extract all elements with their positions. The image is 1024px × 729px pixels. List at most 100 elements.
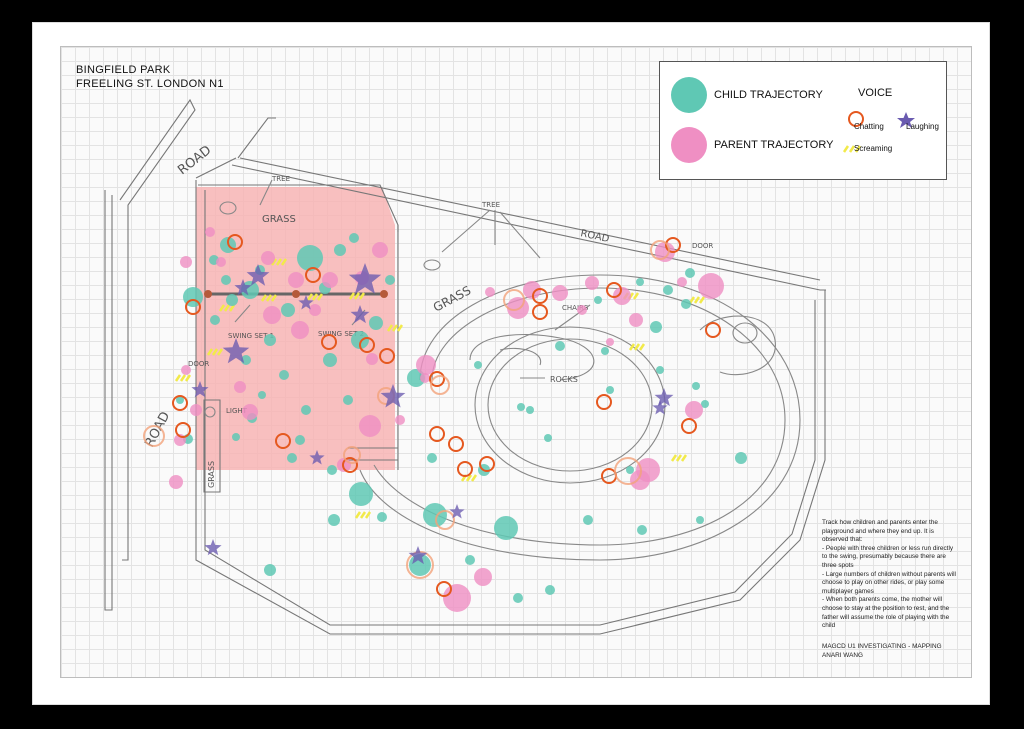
parent-trajectory-dot-23 xyxy=(234,381,246,393)
child-trajectory-dot-29 xyxy=(258,391,266,399)
child-trajectory-dot-44 xyxy=(650,321,662,333)
screaming-mark-7-stroke-3 xyxy=(184,374,192,382)
child-trajectory-dot-31 xyxy=(281,303,295,317)
child-trajectory-dot-58 xyxy=(232,433,240,441)
parent-trajectory-dot-38 xyxy=(309,304,321,316)
child-trajectory-dot-20 xyxy=(663,285,673,295)
child-trajectory-dot-3 xyxy=(297,245,323,271)
child-trajectory-dot-7 xyxy=(323,353,337,367)
child-trajectory-dot-54 xyxy=(279,370,289,380)
note-point-2: - Large numbers of children without pare… xyxy=(822,570,956,595)
parent-trajectory-dot-37 xyxy=(216,257,226,267)
screaming-mark-11-stroke-3 xyxy=(364,511,372,519)
parent-legend-swatch xyxy=(671,127,707,163)
parent-trajectory-dot-18 xyxy=(181,365,191,375)
child-trajectory-dot-53 xyxy=(221,275,231,285)
chatting-ring-8 xyxy=(448,436,464,452)
parent-trajectory-dot-12 xyxy=(291,321,309,339)
screaming-mark-7-stroke-1 xyxy=(174,374,182,382)
note-point-3: - When both parents come, the mother wil… xyxy=(822,596,950,630)
child-trajectory-dot-40 xyxy=(545,585,555,595)
child-trajectory-dot-42 xyxy=(465,555,475,565)
child-trajectory-dot-27 xyxy=(377,512,387,522)
parent-trajectory-dot-39 xyxy=(395,415,405,425)
grass-label-1: GRASS xyxy=(262,214,296,225)
laughing-star-12 xyxy=(449,504,465,519)
child-trajectory-dot-23 xyxy=(735,452,747,464)
child-trajectory-dot-10 xyxy=(423,503,447,527)
child-trajectory-dot-25 xyxy=(583,515,593,525)
child-trajectory-dot-56 xyxy=(301,405,311,415)
parent-trajectory-dot-26 xyxy=(261,251,275,265)
parent-trajectory-dot-32 xyxy=(606,338,614,346)
child-trajectory-dot-59 xyxy=(327,465,337,475)
child-trajectory-dot-43 xyxy=(636,278,644,286)
parent-trajectory-dot-10 xyxy=(474,568,492,586)
child-trajectory-dot-21 xyxy=(685,268,695,278)
child-trajectory-dot-47 xyxy=(544,434,552,442)
parent-trajectory-dot-6 xyxy=(507,297,529,319)
child-trajectory-dot-36 xyxy=(385,275,395,285)
screaming-mark-7-stroke-2 xyxy=(179,374,187,382)
parent-trajectory-dot-5 xyxy=(416,355,436,375)
author-credit: ANARI WANG xyxy=(822,651,863,659)
parent-trajectory-dot-11 xyxy=(372,242,388,258)
parent-legend-label: PARENT TRAJECTORY xyxy=(714,139,834,151)
door-label-1: DOOR xyxy=(692,242,713,250)
child-trajectory-dot-26 xyxy=(474,361,482,369)
parent-trajectory-dot-14 xyxy=(242,404,258,420)
child-trajectory-dot-35 xyxy=(369,316,383,330)
child-trajectory-dot-17 xyxy=(517,403,525,411)
screaming-mark-10-stroke-2 xyxy=(675,454,683,462)
child-trajectory-dot-24 xyxy=(656,366,664,374)
child-trajectory-dot-55 xyxy=(343,395,353,405)
laughing-legend-label: Laughing xyxy=(906,122,939,131)
parent-trajectory-dot-1 xyxy=(698,273,724,299)
child-trajectory-dot-46 xyxy=(526,406,534,414)
parent-trajectory-dot-19 xyxy=(205,227,215,237)
parent-trajectory-dot-29 xyxy=(585,276,599,290)
screaming-mark-9-stroke-3 xyxy=(638,343,646,351)
laughing-star-10 xyxy=(204,539,222,556)
child-legend-swatch xyxy=(671,77,707,113)
parent-trajectory-dot-3 xyxy=(443,584,471,612)
child-trajectory-dot-6 xyxy=(264,334,276,346)
chatting-ring-20 xyxy=(681,418,697,434)
parent-trajectory-dot-4 xyxy=(359,415,381,437)
credits: MAGCD U1 INVESTIGATING - MAPPING ANARI W… xyxy=(822,643,962,660)
laughing-star-7 xyxy=(654,388,674,407)
screaming-mark-10-stroke-3 xyxy=(680,454,688,462)
child-trajectory-dot-15 xyxy=(427,453,437,463)
child-trajectory-dot-49 xyxy=(606,386,614,394)
child-trajectory-dot-11 xyxy=(494,516,518,540)
chatting-ring-16 xyxy=(532,304,548,320)
child-trajectory-dot-18 xyxy=(555,341,565,351)
child-trajectory-dot-19 xyxy=(601,347,609,355)
door-label-2: DOOR xyxy=(188,360,209,368)
grass-label-2: GRASS xyxy=(431,283,473,314)
child-trajectory-dot-5 xyxy=(210,315,220,325)
child-trajectory-dot-12 xyxy=(349,482,373,506)
screaming-mark-11-stroke-1 xyxy=(354,511,362,519)
parent-trajectory-dot-35 xyxy=(677,277,687,287)
child-trajectory-dot-62 xyxy=(626,466,634,474)
child-trajectory-dot-48 xyxy=(637,525,647,535)
child-trajectory-dot-41 xyxy=(513,593,523,603)
parent-trajectory-dot-34 xyxy=(577,305,587,315)
chatting-ring-24 xyxy=(596,394,612,410)
parent-trajectory-dot-31 xyxy=(629,313,643,327)
voice-legend-title: VOICE xyxy=(858,87,893,99)
screaming-mark-14-stroke-3 xyxy=(632,292,640,300)
parent-trajectory-dot-13 xyxy=(263,306,281,324)
parent-trajectory-dot-28 xyxy=(552,285,568,301)
rocks-label: ROCKS xyxy=(550,375,578,384)
child-trajectory-dot-64 xyxy=(681,299,691,309)
tree-label-2: TREE xyxy=(481,201,500,209)
notes-intro: Track how children and parents enter the… xyxy=(822,519,938,544)
grass-label-3: GRASS xyxy=(207,461,216,488)
parent-trajectory-dot-24 xyxy=(322,272,338,288)
observation-notes: Track how children and parents enter the… xyxy=(822,519,960,631)
legend: CHILD TRAJECTORY PARENT TRAJECTORY VOICE… xyxy=(659,61,947,180)
parent-trajectory-dot-25 xyxy=(288,272,304,288)
screaming-mark-9-stroke-2 xyxy=(633,343,641,351)
